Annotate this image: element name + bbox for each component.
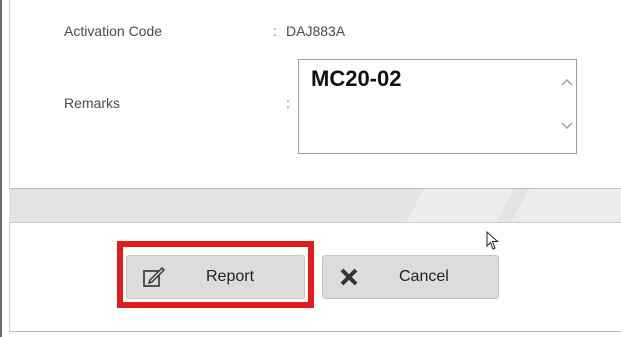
activation-code-value: DAJ883A [286, 23, 346, 39]
mouse-cursor-icon [486, 231, 499, 250]
activation-code-colon: : [273, 23, 277, 39]
window-left-border [0, 0, 2, 337]
bottom-divider [9, 331, 621, 332]
cancel-button-label: Cancel [399, 268, 449, 285]
close-icon [340, 268, 358, 286]
cancel-button[interactable]: Cancel [322, 255, 499, 299]
remarks-colon: : [286, 95, 290, 111]
remarks-label: Remarks [64, 95, 121, 111]
remarks-text: MC20-02 [311, 66, 402, 91]
report-highlight-box [117, 241, 314, 308]
remarks-scrollbar[interactable] [558, 60, 576, 153]
remarks-textarea[interactable]: MC20-02 [298, 59, 577, 154]
activation-code-label: Activation Code [64, 23, 163, 39]
decorative-stripe [511, 189, 621, 222]
decorative-stripe [406, 189, 514, 222]
button-panel [9, 222, 621, 332]
scroll-up-icon[interactable] [561, 78, 573, 86]
scroll-down-icon[interactable] [561, 122, 573, 130]
